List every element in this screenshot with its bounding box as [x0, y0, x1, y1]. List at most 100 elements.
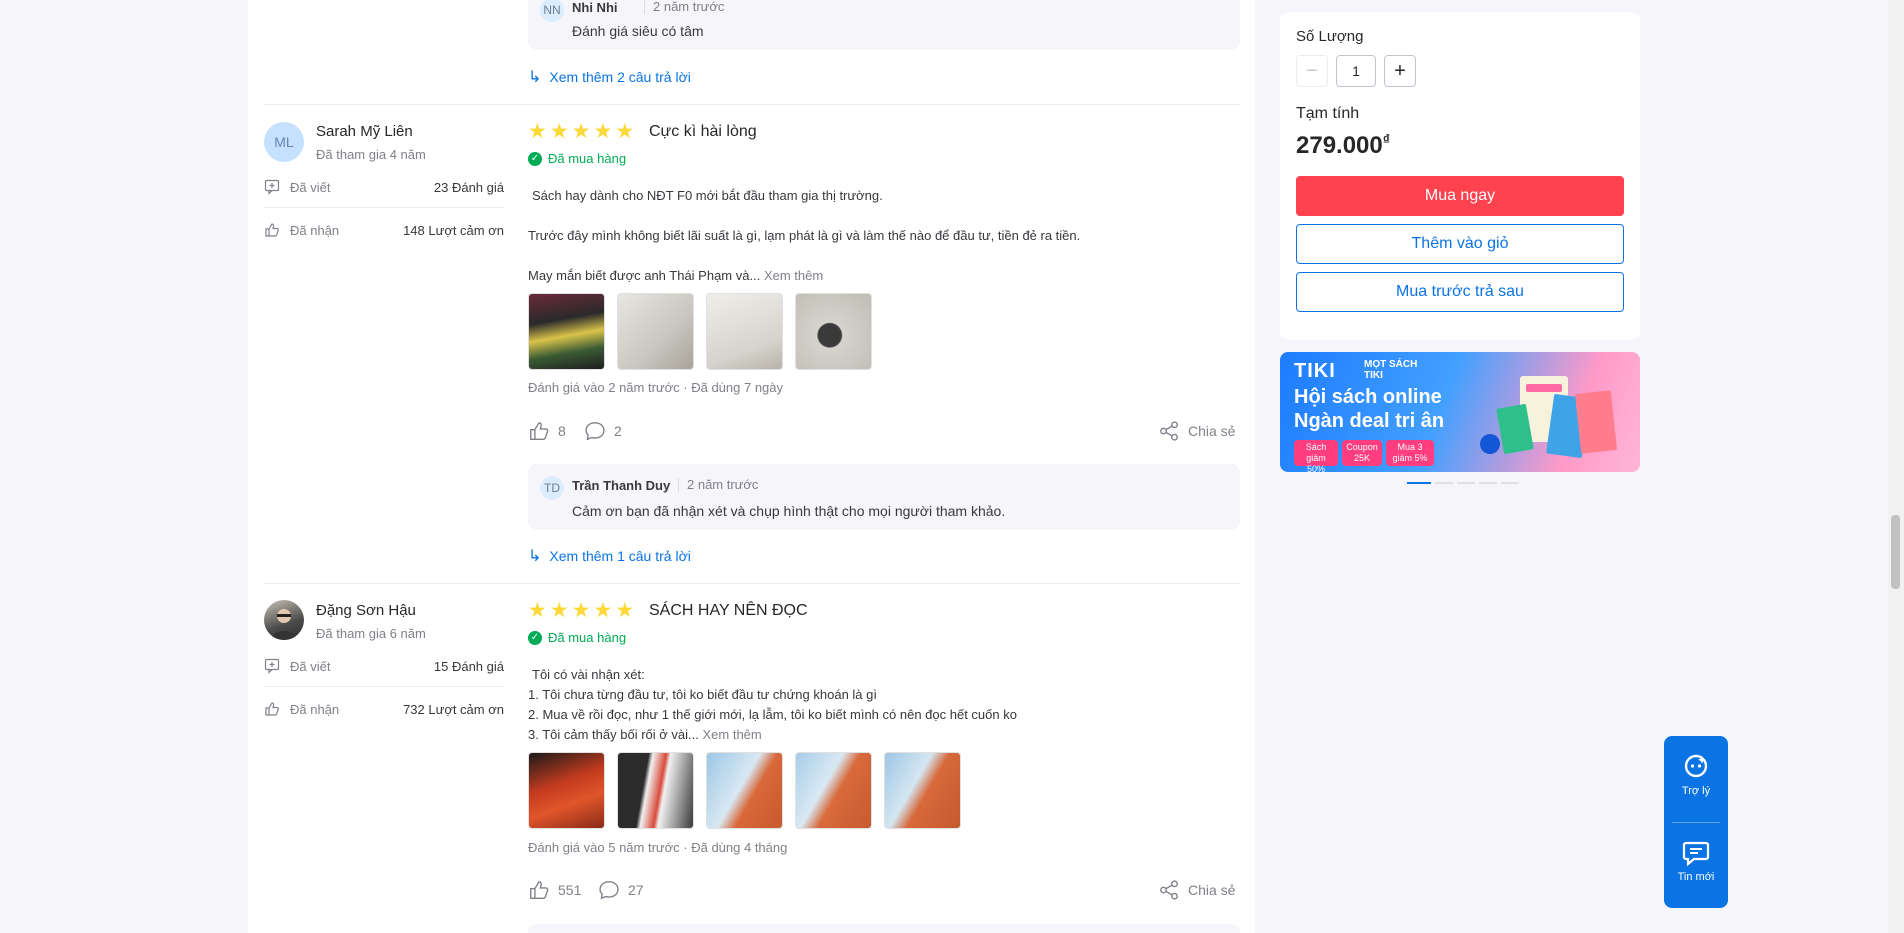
review-date: Đánh giá vào 5 năm trước [528, 840, 680, 855]
share-button[interactable]: Chia sẻ [1158, 420, 1235, 442]
review-used: Đã dùng 4 tháng [691, 840, 788, 855]
pagination-dot[interactable] [1435, 482, 1453, 484]
bought-badge: ✓ Đã mua hàng [528, 151, 626, 166]
reviewer-written: Đã viết 15 Đánh giá [264, 658, 504, 674]
floating-widget: Trợ lý Tin mới [1664, 736, 1728, 908]
like-count: 551 [558, 882, 582, 898]
see-more-link[interactable]: Xem thêm [764, 268, 823, 283]
books-illustration [1480, 376, 1617, 458]
bought-badge: ✓ Đã mua hàng [528, 630, 626, 645]
rating-stars: ★ ★ ★ ★ ★ [528, 120, 635, 143]
reviewer-written: Đã viết 23 Đánh giá [264, 179, 504, 195]
buy-now-button[interactable]: Mua ngay [1296, 176, 1624, 216]
more-replies-label: Xem thêm 2 câu trả lời [549, 69, 691, 85]
reviewer-name: Sarah Mỹ Liên [316, 123, 413, 140]
comment-count: 2 [614, 423, 622, 439]
share-icon [1160, 421, 1178, 441]
messages-button[interactable]: Tin mới [1664, 836, 1728, 883]
banner-title: Ngàn deal tri ân [1294, 410, 1445, 432]
review-written-icon [264, 658, 280, 674]
reviewer-joined: Đã tham gia 6 năm [316, 626, 426, 641]
share-icon [1160, 880, 1178, 900]
written-label: Đã viết [290, 658, 331, 674]
decrease-button[interactable]: − [1296, 55, 1328, 87]
star-icon: ★ [549, 599, 569, 622]
review-image[interactable] [795, 293, 872, 370]
written-label: Đã viết [290, 179, 331, 195]
pagination-dot[interactable] [1479, 482, 1497, 484]
star-icon: ★ [571, 120, 591, 143]
scrollbar-track[interactable] [1888, 0, 1904, 933]
star-icon: ★ [615, 120, 635, 143]
avatar: NN [540, 0, 564, 22]
review-image[interactable] [617, 752, 694, 829]
thumbs-up-icon [530, 422, 549, 440]
comment-icon [599, 881, 619, 900]
review-image[interactable] [795, 752, 872, 829]
more-replies-link[interactable]: ↳ Xem thêm 2 câu trả lời [528, 67, 691, 87]
review-title: Cực kì hài lòng [649, 123, 757, 140]
check-circle-icon: ✓ [528, 630, 542, 645]
banner-chip: Sách giảm 50% [1294, 440, 1338, 472]
star-icon: ★ [528, 599, 547, 622]
review-text-truncated: 3. Tôi cảm thấy bối rối ở vài... [528, 727, 699, 742]
reply-box: TD Trần Thanh Duy 2 năm trước Cảm ơn bạn… [528, 464, 1240, 530]
review-images [528, 752, 961, 829]
reviewer-joined: Đã tham gia 4 năm [316, 147, 426, 162]
assistant-button[interactable]: Trợ lý [1664, 750, 1728, 797]
thumbs-up-icon [265, 223, 279, 237]
review-image[interactable] [706, 752, 783, 829]
thumbs-up-icon [265, 702, 279, 716]
review-image[interactable] [884, 752, 961, 829]
review-text-truncated: May mắn biết được anh Thái Phạm và... [528, 268, 761, 283]
share-button[interactable]: Chia sẻ [1158, 879, 1235, 901]
review-image[interactable] [617, 293, 694, 370]
pagination-dot[interactable] [1407, 482, 1431, 484]
like-button[interactable]: 8 [528, 420, 566, 442]
review-text-line: 2. Mua về rồi đọc, như 1 thế giới mới, l… [528, 707, 1017, 722]
divider [264, 207, 504, 208]
divider [264, 104, 1240, 105]
see-more-link[interactable]: Xem thêm [702, 727, 761, 742]
banner-subtitle: MỌT SÁCH TIKI [1364, 359, 1418, 381]
review-image[interactable] [706, 293, 783, 370]
review-text-line: Trước đây mình không biết lãi suất là gì… [528, 228, 1081, 243]
review-images [528, 293, 872, 370]
star-icon: ★ [528, 120, 547, 143]
banner-chip: Coupon 25K [1342, 440, 1382, 466]
comment-button[interactable]: 27 [598, 879, 644, 901]
comment-button[interactable]: 2 [584, 420, 622, 442]
review-image[interactable] [528, 752, 605, 829]
like-button[interactable]: 551 [528, 879, 581, 901]
reply-time: 2 năm trước [644, 0, 724, 14]
review-text-line: Sách hay dành cho NĐT F0 mới bắt đầu tha… [532, 188, 883, 203]
pagination-dot[interactable] [1501, 482, 1519, 484]
promo-banner[interactable]: TIKI MỌT SÁCH TIKI Hội sách online Ngàn … [1280, 352, 1640, 472]
written-value: 23 Đánh giá [433, 179, 504, 195]
bought-label: Đã mua hàng [548, 151, 627, 166]
pagination-dot[interactable] [1457, 482, 1475, 484]
divider [264, 686, 504, 687]
quantity-input[interactable]: 1 [1336, 55, 1376, 87]
add-to-cart-button[interactable]: Thêm vào giỏ [1296, 224, 1624, 264]
review-image[interactable] [528, 293, 605, 370]
banner-title: Hội sách online [1294, 386, 1442, 408]
received-label: Đã nhận [290, 222, 340, 238]
scrollbar-thumb[interactable] [1891, 515, 1900, 589]
subtotal-label: Tạm tính [1296, 105, 1360, 122]
buy-now-pay-later-button[interactable]: Mua trước trả sau [1296, 272, 1624, 312]
review-text-line: Tôi có vài nhận xét: [532, 667, 645, 682]
reviewer-name: Đặng Sơn Hậu [316, 602, 416, 619]
check-circle-icon: ✓ [528, 151, 542, 166]
purchase-panel: Số Lượng − 1 + Tạm tính 279.000₫ Mua nga… [1280, 12, 1640, 340]
received-label: Đã nhận [290, 701, 340, 717]
divider [264, 583, 1240, 584]
more-replies-link[interactable]: ↳ Xem thêm 1 câu trả lời [528, 546, 691, 566]
assistant-label: Trợ lý [1681, 785, 1711, 797]
reply-text: Cảm ơn bạn đã nhận xét và chụp hình thật… [572, 503, 1006, 519]
banner-pagination [1407, 482, 1519, 484]
increase-button[interactable]: + [1384, 55, 1416, 87]
reply-arrow-icon: ↳ [528, 69, 542, 86]
review-meta: Đánh giá vào 5 năm trước · Đã dùng 4 thá… [528, 840, 787, 855]
received-value: 732 Lượt cảm ơn [403, 701, 504, 717]
